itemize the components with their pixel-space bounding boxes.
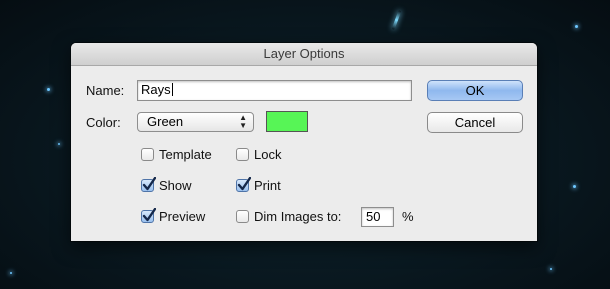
star [47,88,50,91]
dim-percent-value: 50 [366,209,381,224]
show-label: Show [159,178,192,193]
print-label: Print [254,178,281,193]
preview-checkbox[interactable] [141,208,156,223]
name-value: Rays [141,82,171,97]
color-select-value: Green [147,114,184,129]
show-checkbox[interactable] [141,177,156,192]
star [550,268,552,270]
checkmark-icon [142,208,156,222]
layer-options-dialog: Layer Options Name: Rays Color: Green ▲ ▼… [71,43,537,241]
dialog-title: Layer Options [71,43,537,66]
color-swatch[interactable] [266,111,308,132]
color-select[interactable]: Green ▲ ▼ [137,112,254,132]
dim-images-label: Dim Images to: [254,209,342,224]
light-streak [391,10,402,30]
preview-label: Preview [159,209,206,224]
template-label: Template [159,147,212,162]
dim-percent-field[interactable]: 50 [361,207,394,227]
checkmark-icon [237,177,251,191]
name-label: Name: [86,83,125,98]
updown-arrows-icon: ▲ ▼ [239,113,247,130]
name-field[interactable]: Rays [137,80,412,101]
cancel-button[interactable]: Cancel [427,112,523,133]
lock-checkbox[interactable] [236,148,249,161]
color-label: Color: [86,115,121,130]
star [10,272,12,274]
ok-button[interactable]: OK [427,80,523,101]
star [573,185,576,188]
template-checkbox[interactable] [141,148,154,161]
star [575,25,578,28]
print-checkbox[interactable] [236,177,251,192]
text-caret [171,83,173,96]
dim-images-checkbox[interactable] [236,210,249,223]
percent-unit: % [402,209,414,224]
star [58,143,60,145]
checkmark-icon [142,177,156,191]
lock-label: Lock [254,147,282,162]
